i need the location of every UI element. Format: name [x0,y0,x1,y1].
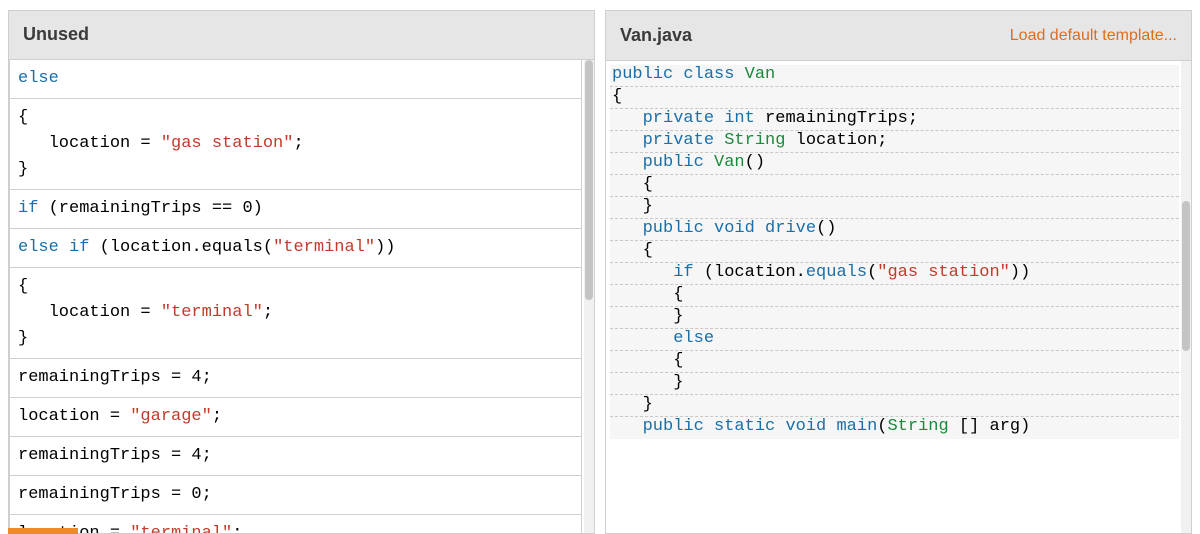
code-line[interactable]: } [610,395,1179,417]
editor-scrollbar-thumb[interactable] [1182,201,1190,351]
code-block[interactable]: else if (location.equals("terminal")) [9,229,582,268]
editor-title: Van.java [620,25,692,46]
code-line[interactable]: } [610,373,1179,395]
code-block[interactable]: if (remainingTrips == 0) [9,190,582,229]
code-line[interactable]: public static void main(String [] arg) [610,417,1179,439]
code-line[interactable]: { [610,351,1179,373]
code-line[interactable]: { [610,175,1179,197]
blocks-list: else{ location = "gas station"; }if (rem… [9,60,594,533]
unused-body: else{ location = "gas station"; }if (rem… [9,60,594,533]
editor-panel: Van.java Load default template... public… [605,10,1192,534]
unused-title: Unused [23,24,89,45]
unused-scrollbar[interactable] [584,60,594,533]
code-line[interactable]: if (location.equals("gas station")) [610,263,1179,285]
code-block[interactable]: { location = "terminal"; } [9,268,582,359]
code-block[interactable]: remainingTrips = 4; [9,359,582,398]
load-default-template-link[interactable]: Load default template... [1010,27,1177,45]
editor-header: Van.java Load default template... [606,11,1191,61]
code-editor[interactable]: public class Van{ private int remainingT… [606,61,1191,439]
code-block[interactable]: location = "garage"; [9,398,582,437]
code-line[interactable]: } [610,197,1179,219]
code-line[interactable]: public class Van [610,65,1179,87]
code-block[interactable]: { location = "gas station"; } [9,99,582,190]
orange-indicator [8,528,78,534]
unused-panel: Unused else{ location = "gas station"; }… [8,10,595,534]
code-line[interactable]: { [610,285,1179,307]
code-line[interactable]: else [610,329,1179,351]
code-line[interactable]: private int remainingTrips; [610,109,1179,131]
unused-header: Unused [9,11,594,60]
code-block[interactable]: remainingTrips = 4; [9,437,582,476]
editor-scrollbar[interactable] [1181,61,1191,533]
code-line[interactable]: { [610,241,1179,263]
editor-body: public class Van{ private int remainingT… [606,61,1191,533]
code-block[interactable]: location = "terminal"; [9,515,582,533]
unused-scrollbar-thumb[interactable] [585,60,593,300]
code-line[interactable]: } [610,307,1179,329]
code-block[interactable]: remainingTrips = 0; [9,476,582,515]
code-line[interactable]: public Van() [610,153,1179,175]
code-line[interactable]: private String location; [610,131,1179,153]
two-pane-layout: Unused else{ location = "gas station"; }… [0,0,1200,534]
code-line[interactable]: { [610,87,1179,109]
code-block[interactable]: else [9,60,582,99]
code-line[interactable]: public void drive() [610,219,1179,241]
